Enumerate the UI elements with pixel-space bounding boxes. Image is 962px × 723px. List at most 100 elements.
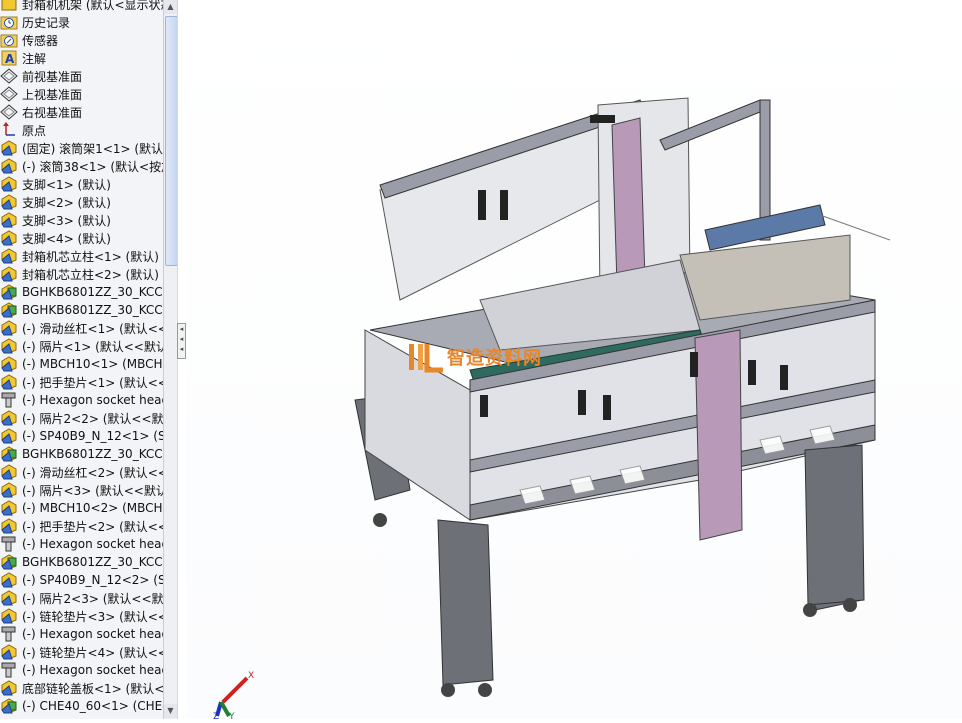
tree-item[interactable]: BGHKB6801ZZ_30_KCC<: [0, 301, 163, 319]
tree-item[interactable]: 支脚<1> (默认): [0, 175, 163, 193]
tree-item[interactable]: (-) MBCH10<1> (MBCH: [0, 355, 163, 373]
part-icon: [0, 176, 18, 192]
tree-item[interactable]: 支脚<3> (默认): [0, 211, 163, 229]
part-icon: [0, 158, 18, 174]
part-icon: [0, 266, 18, 282]
coordinate-triad: X Z Y: [205, 664, 265, 723]
graphics-viewport[interactable]: 智造资料网: [186, 0, 962, 719]
screw-icon: [0, 626, 18, 642]
tree-item[interactable]: (-) 隔片<1> (默认<<默认: [0, 337, 163, 355]
subassembly-icon: [0, 302, 18, 318]
part-icon: [0, 500, 18, 516]
tree-item[interactable]: 历史记录: [0, 13, 163, 31]
part-icon: [0, 464, 18, 480]
tree-item-label: (-) MBCH10<1> (MBCH: [22, 357, 163, 371]
tree-item[interactable]: (-) 链轮垫片<4> (默认<<: [0, 643, 163, 661]
tree-item[interactable]: (固定) 滚筒架1<1> (默认-: [0, 139, 163, 157]
assembly-icon: [0, 0, 18, 12]
tree-item-label: (-) 滚筒38<1> (默认<按加: [22, 159, 163, 174]
origin-icon: [0, 122, 18, 138]
tree-item-label: (-) Hexagon socket head: [22, 537, 163, 551]
tree-item[interactable]: (-) Hexagon socket head: [0, 391, 163, 409]
tree-item[interactable]: 支脚<4> (默认): [0, 229, 163, 247]
tree-item[interactable]: 封箱机芯立柱<1> (默认): [0, 247, 163, 265]
tree-item-label: 传感器: [22, 33, 59, 48]
tree-item[interactable]: 封箱机机架 (默认<显示状态-: [0, 0, 163, 13]
tree-item-label: 底部链轮盖板<1> (默认<: [22, 681, 163, 696]
part-icon: [0, 248, 18, 264]
panel-splitter[interactable]: [177, 0, 186, 719]
tree-item[interactable]: (-) 滑动丝杠<1> (默认<<: [0, 319, 163, 337]
tree-item[interactable]: A 注解: [0, 49, 163, 67]
axis-z-label: Z: [213, 712, 219, 719]
tree-item-label: (-) 链轮垫片<4> (默认<<: [22, 645, 163, 660]
tree-item[interactable]: (-) 链轮垫片<3> (默认<<: [0, 607, 163, 625]
plane-icon: [0, 68, 18, 84]
tree-item-label: 封箱机芯立柱<1> (默认): [22, 249, 159, 264]
tree-item[interactable]: (-) CHE40_60<1> (CHE4: [0, 697, 163, 715]
tree-item[interactable]: 原点: [0, 121, 163, 139]
tree-item[interactable]: 传感器: [0, 31, 163, 49]
tree-item-label: 注解: [22, 51, 47, 66]
leg-front-right: [804, 444, 865, 606]
tree-item[interactable]: 底部链轮盖板<1> (默认<: [0, 679, 163, 697]
tree-item-label: (固定) 滚筒架1<1> (默认-: [22, 141, 163, 156]
tree-item[interactable]: 支脚<2> (默认): [0, 193, 163, 211]
part-icon: [0, 644, 18, 660]
tree-item-label: BGHKB6801ZZ_30_KCC<: [22, 447, 163, 461]
tree-item[interactable]: 右视基准面: [0, 103, 163, 121]
tree-item[interactable]: (-) 隔片2<2> (默认<<默认: [0, 409, 163, 427]
column-front: [694, 329, 743, 541]
part-icon: [0, 410, 18, 426]
screw-icon: [0, 662, 18, 678]
scroll-down-button[interactable]: ▼: [164, 704, 177, 718]
part-icon: [0, 374, 18, 390]
part-icon: [0, 680, 18, 696]
tree-item-label: (-) SP40B9_N_12<2> (SP: [22, 573, 163, 587]
tree-item-label: (-) Hexagon socket head: [22, 627, 163, 641]
tree-item-label: (-) MBCH10<2> (MBCH: [22, 501, 163, 515]
part-icon: [0, 356, 18, 372]
machine-model: [354, 97, 891, 697]
tree-item-label: BGHKB6801ZZ_30_KCC<: [22, 555, 163, 569]
axis-y-label: Y: [228, 712, 235, 719]
tree-item[interactable]: (-) Hexagon socket head: [0, 625, 163, 643]
tree-item[interactable]: BGHKB6801ZZ_30_KCC<: [0, 553, 163, 571]
sensor-folder-icon: [0, 32, 18, 48]
part-icon: [0, 518, 18, 534]
tree-item[interactable]: (-) 滚筒38<1> (默认<按加: [0, 157, 163, 175]
tree-item[interactable]: (-) Hexagon socket head: [0, 535, 163, 553]
tree-item[interactable]: (-) 把手垫片<1> (默认<<: [0, 373, 163, 391]
tree-scrollbar[interactable]: ▲ ▼: [163, 0, 178, 719]
tree-item[interactable]: (-) 把手垫片<2> (默认<<: [0, 517, 163, 535]
tree-item[interactable]: (-) MBCH10<2> (MBCH: [0, 499, 163, 517]
tree-item[interactable]: BGHKB6801ZZ_30_KCC<: [0, 445, 163, 463]
tree-item[interactable]: 上视基准面: [0, 85, 163, 103]
watermark-logo-icon: [409, 344, 443, 373]
tree-item[interactable]: (-) SP40B9_N_12<2> (SP: [0, 571, 163, 589]
part-icon: [0, 320, 18, 336]
tree-item-label: (-) 把手垫片<2> (默认<<: [22, 519, 163, 534]
tree-item-label: 支脚<3> (默认): [22, 213, 111, 228]
tree-item[interactable]: (-) 隔片<3> (默认<<默认: [0, 481, 163, 499]
column-back: [611, 117, 646, 286]
tree-item-label: 支脚<4> (默认): [22, 231, 111, 246]
scroll-up-button[interactable]: ▲: [164, 0, 177, 14]
tree-item[interactable]: 前视基准面: [0, 67, 163, 85]
tree-item[interactable]: 封箱机芯立柱<2> (默认): [0, 265, 163, 283]
tree-item[interactable]: (-) 隔片2<3> (默认<<默认: [0, 589, 163, 607]
tree-item-label: (-) 滑动丝杠<1> (默认<<: [22, 321, 163, 336]
tree-item[interactable]: (-) 滑动丝杠<2> (默认<<: [0, 463, 163, 481]
tree-item[interactable]: BGHKB6801ZZ_30_KCC<: [0, 283, 163, 301]
part-icon: [0, 140, 18, 156]
history-folder-icon: [0, 14, 18, 30]
svg-text:A: A: [5, 52, 15, 66]
feature-manager-tree: 封箱机机架 (默认<显示状态- 历史记录传感器 A 注解 前视基准面 上视基准面 右视基准面…: [0, 0, 163, 719]
tree-item-label: (-) Hexagon socket head: [22, 393, 163, 407]
tree-item-label: (-) 隔片<3> (默认<<默认: [22, 483, 163, 498]
subassembly-icon: [0, 446, 18, 462]
tree-item-label: 原点: [22, 123, 47, 138]
tree-item[interactable]: (-) Hexagon socket head: [0, 661, 163, 679]
collapse-panel-button[interactable]: ◂ ◂ ◂: [177, 323, 186, 359]
tree-item[interactable]: (-) SP40B9_N_12<1> (SP: [0, 427, 163, 445]
